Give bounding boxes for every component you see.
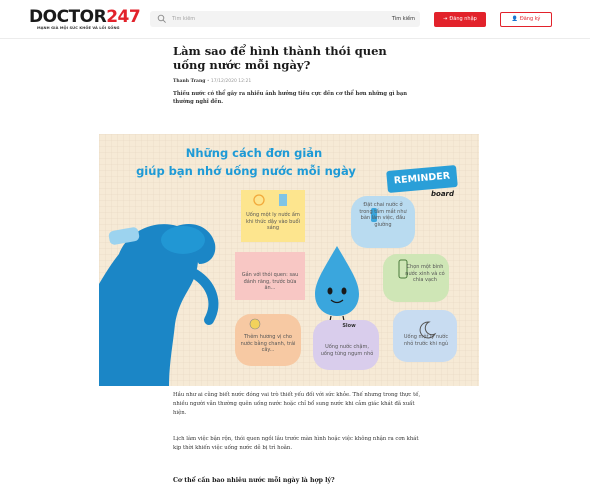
login-label: Đăng nhập bbox=[449, 16, 477, 22]
infographic-title-line-2: giúp bạn nhớ uống nước mỗi ngày bbox=[136, 164, 356, 178]
article-paragraph-1: Hầu như ai cũng biết nước đóng vai trò t… bbox=[173, 392, 421, 416]
article-date: 17/12/2020 12:21 bbox=[210, 79, 252, 84]
article-paragraph-2: Lịch làm việc bận rộn, thói quen ngồi lâ… bbox=[173, 436, 419, 451]
logo-text: DOCTOR bbox=[29, 7, 107, 27]
tip-4: Chọn một bình nước xinh và có chia vạch bbox=[405, 264, 445, 283]
board-label: board bbox=[431, 190, 455, 198]
slow-label: Slow bbox=[342, 323, 356, 329]
tip-2: Đặt chai nước ở trong tầm mắt như bàn là… bbox=[359, 202, 407, 228]
register-button[interactable]: 👤 Đăng ký bbox=[500, 12, 552, 27]
site-logo[interactable]: DOCTOR247 MẠNH GIÀ MỘI SỨC KHỎE VÀ LỐI S… bbox=[29, 9, 141, 33]
site-header: DOCTOR247 MẠNH GIÀ MỘI SỨC KHỎE VÀ LỐI S… bbox=[0, 0, 590, 39]
tip-1: Uống một ly nước ấm khi thức dậy vào buổ… bbox=[246, 212, 300, 231]
article-sapo: Thiếu nước có thể gây ra nhiều ảnh hưởng… bbox=[173, 91, 408, 105]
search-button[interactable]: Tìm kiếm bbox=[392, 11, 415, 27]
user-plus-icon: 👤 bbox=[511, 16, 518, 22]
article-author[interactable]: Thanh Trang bbox=[173, 79, 205, 84]
login-button[interactable]: ⇥ Đăng nhập bbox=[434, 12, 486, 27]
tip-5: Thêm hương vị cho nước bằng chanh, trái … bbox=[240, 334, 296, 353]
logo-number: 247 bbox=[106, 7, 141, 27]
article-meta: Thanh Trang • 17/12/2020 12:21 bbox=[173, 78, 423, 85]
article-infographic: Những cách đơn giản giúp bạn nhớ uống nư… bbox=[99, 134, 479, 386]
infographic-title-line-1: Những cách đơn giản bbox=[185, 146, 323, 160]
tip-3: Gắn với thói quen: sau đánh răng, trước … bbox=[241, 272, 299, 291]
register-label: Đăng ký bbox=[519, 16, 541, 22]
article-heading-2: Cơ thể cần bao nhiêu nước mỗi ngày là hợ… bbox=[173, 477, 335, 484]
article-title: Làm sao để hình thành thói quen uống nướ… bbox=[173, 44, 387, 72]
search-input[interactable] bbox=[172, 11, 372, 27]
search-bar: Tìm kiếm bbox=[150, 11, 420, 27]
login-icon: ⇥ bbox=[443, 16, 448, 22]
article-header: Làm sao để hình thành thói quen uống nướ… bbox=[173, 44, 423, 106]
tip-7: Uống một ly nước nhỏ trước khi ngủ bbox=[403, 334, 449, 347]
tip-6: Uống nước chậm, uống từng ngụm nhỏ bbox=[320, 344, 374, 357]
search-icon bbox=[157, 14, 166, 23]
